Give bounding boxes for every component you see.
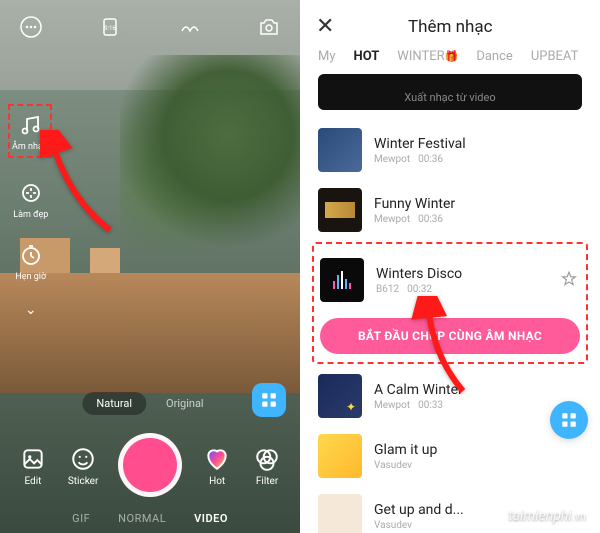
edit-button[interactable]: Edit xyxy=(18,444,48,487)
music-item-meta: Mewpot00:36 xyxy=(374,214,582,225)
music-item-meta: Vasudev xyxy=(374,460,582,471)
bounce-icon[interactable] xyxy=(177,14,203,40)
grid-button-floating[interactable] xyxy=(550,401,588,439)
edit-label: Edit xyxy=(24,476,41,487)
music-thumb xyxy=(318,374,362,418)
sticker-button[interactable]: Sticker xyxy=(68,444,99,487)
mode-pills: Natural Original xyxy=(82,392,217,415)
chevron-down-icon[interactable]: ⌄ xyxy=(25,302,37,318)
music-item-meta: Mewpot00:36 xyxy=(374,154,582,165)
filter-button[interactable]: Filter xyxy=(252,444,282,487)
timer-icon xyxy=(16,240,46,270)
music-item[interactable]: A Calm Winter Mewpot00:33 xyxy=(318,366,582,426)
music-thumb xyxy=(318,128,362,172)
favorite-star-icon[interactable] xyxy=(560,270,580,290)
music-item-meta: B61200:32 xyxy=(376,284,548,295)
music-item[interactable]: Glam it up Vasudev xyxy=(318,426,582,486)
shutter-button[interactable] xyxy=(118,433,182,497)
more-icon[interactable] xyxy=(18,14,44,40)
music-item-title: Funny Winter xyxy=(374,196,582,212)
extract-music-label: Xuất nhạc từ video xyxy=(404,91,495,104)
filter-icon xyxy=(252,444,282,474)
tab-hot[interactable]: HOT xyxy=(354,49,380,64)
extract-music-bar[interactable]: Xuất nhạc từ video xyxy=(318,74,582,110)
sticker-icon xyxy=(68,444,98,474)
edit-icon xyxy=(18,444,48,474)
beauty-tool-label: Làm đẹp xyxy=(13,210,48,220)
bottom-toolbar: Edit Sticker Hot Filter xyxy=(0,433,300,497)
music-title: Thêm nhạc xyxy=(354,17,546,37)
music-item-title: Glam it up xyxy=(374,442,582,458)
filter-label: Filter xyxy=(256,476,278,487)
tab-upbeat[interactable]: UPBEAT xyxy=(531,49,579,64)
tab-normal[interactable]: NORMAL xyxy=(118,512,166,525)
svg-text:9:16: 9:16 xyxy=(105,25,117,32)
music-item-title: Winters Disco xyxy=(376,266,548,282)
music-item[interactable]: Funny Winter Mewpot00:36 xyxy=(318,180,582,240)
timer-tool-label: Hẹn giờ xyxy=(15,272,46,282)
music-item-selected[interactable]: Winters Disco B61200:32 xyxy=(320,250,580,310)
music-list: Winter Festival Mewpot00:36 Funny Winter… xyxy=(300,120,600,533)
side-tools: Âm nhạc Làm đẹp Hẹn giờ ⌄ xyxy=(10,110,52,318)
aspect-ratio-icon[interactable]: 9:16 xyxy=(97,14,123,40)
music-item-meta: Mewpot00:33 xyxy=(374,400,582,411)
music-tool[interactable]: Âm nhạc xyxy=(8,104,52,158)
tab-video[interactable]: VIDEO xyxy=(194,512,228,525)
close-icon[interactable]: ✕ xyxy=(316,14,334,39)
tab-my[interactable]: My xyxy=(318,49,336,64)
tab-dance[interactable]: Dance xyxy=(476,49,512,64)
music-tabs: My HOT WINTER🎁 Dance UPBEAT xyxy=(300,49,600,72)
music-tool-label: Âm nhạc xyxy=(12,142,48,152)
mode-tabs: GIF NORMAL VIDEO xyxy=(0,512,300,525)
music-panel: ✕ Thêm nhạc My HOT WINTER🎁 Dance UPBEAT … xyxy=(300,0,600,533)
watermark: taimienphi.vn xyxy=(508,508,586,525)
start-shoot-button[interactable]: BẮT ĐẦU CHỤP CÙNG ÂM NHẠC xyxy=(320,318,580,354)
music-thumb xyxy=(318,434,362,478)
mode-original[interactable]: Original xyxy=(152,392,218,415)
heart-icon xyxy=(202,444,232,474)
music-item[interactable]: Winter Festival Mewpot00:36 xyxy=(318,120,582,180)
camera-screen: 9:16 Âm nhạc Làm đẹp Hẹn giờ ⌄ Natural O… xyxy=(0,0,300,533)
hot-label: Hot xyxy=(209,476,225,487)
music-thumb xyxy=(318,494,362,533)
music-item-title: A Calm Winter xyxy=(374,382,582,398)
sparkle-icon xyxy=(16,178,46,208)
music-thumb xyxy=(318,188,362,232)
selected-music-block: Winters Disco B61200:32 BẮT ĐẦU CHỤP CÙN… xyxy=(312,242,588,364)
top-icon-bar: 9:16 xyxy=(0,14,300,40)
switch-camera-icon[interactable] xyxy=(256,14,282,40)
tab-winter[interactable]: WINTER🎁 xyxy=(397,49,458,64)
hot-button[interactable]: Hot xyxy=(202,444,232,487)
grid-button[interactable] xyxy=(252,383,286,417)
mode-natural[interactable]: Natural xyxy=(82,392,146,415)
music-thumb xyxy=(320,258,364,302)
gift-icon: 🎁 xyxy=(445,50,459,63)
tab-gif[interactable]: GIF xyxy=(72,512,90,525)
music-header: ✕ Thêm nhạc xyxy=(300,0,600,49)
sticker-label: Sticker xyxy=(68,476,99,487)
timer-tool[interactable]: Hẹn giờ xyxy=(15,240,46,282)
music-item-title: Winter Festival xyxy=(374,136,582,152)
music-icon xyxy=(15,110,45,140)
beauty-tool[interactable]: Làm đẹp xyxy=(13,178,48,220)
